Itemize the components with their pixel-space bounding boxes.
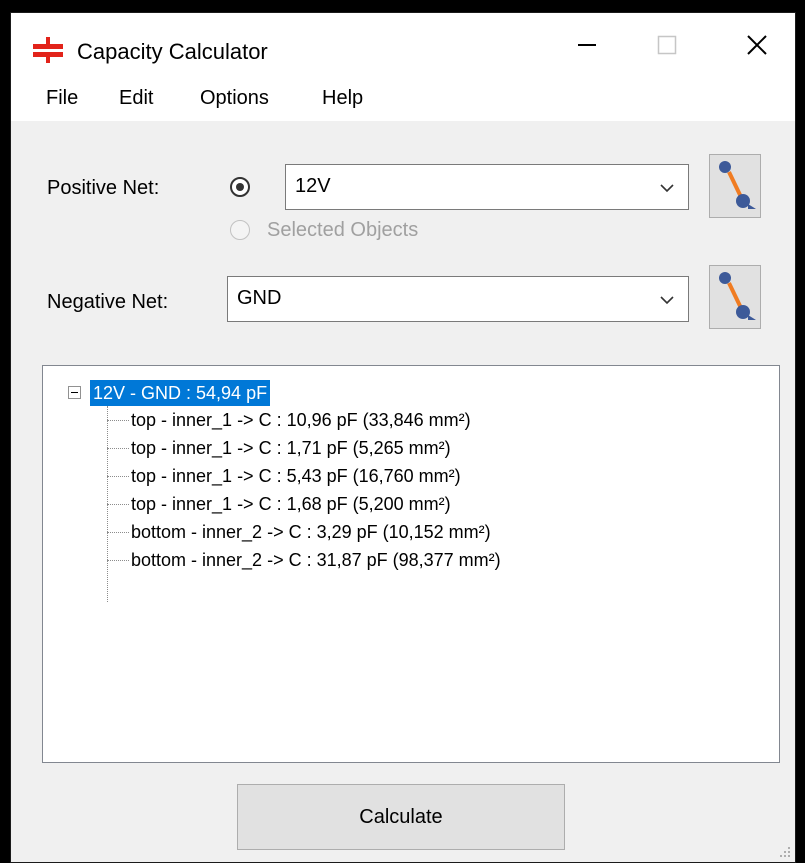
calculate-button[interactable]: Calculate bbox=[237, 784, 565, 850]
tree-child-label: bottom - inner_2 -> C : 31,87 pF (98,377… bbox=[131, 550, 501, 570]
minimize-icon bbox=[578, 44, 596, 46]
positive-net-radio[interactable] bbox=[230, 177, 250, 197]
tree-child-label: top - inner_1 -> C : 10,96 pF (33,846 mm… bbox=[131, 410, 471, 430]
capacitor-icon bbox=[33, 37, 63, 63]
tree-child-label: top - inner_1 -> C : 1,71 pF (5,265 mm²) bbox=[131, 438, 451, 458]
negative-net-value: GND bbox=[237, 287, 282, 309]
selected-objects-label: Selected Objects bbox=[267, 219, 419, 241]
menu-options[interactable]: Options bbox=[196, 87, 273, 110]
maximize-icon bbox=[657, 35, 677, 55]
chevron-down-icon bbox=[660, 296, 674, 305]
tree-child-label: top - inner_1 -> C : 1,68 pF (5,200 mm²) bbox=[131, 494, 451, 514]
collapse-toggle[interactable] bbox=[68, 386, 81, 399]
resize-grip-icon[interactable] bbox=[779, 846, 791, 858]
results-tree[interactable]: 12V - GND : 54,94 pF top - inner_1 -> C … bbox=[42, 365, 780, 763]
positive-net-pick-button[interactable] bbox=[709, 154, 761, 218]
positive-net-combo[interactable]: 12V bbox=[285, 164, 689, 210]
negative-net-label: Negative Net: bbox=[47, 291, 169, 313]
menu-file[interactable]: File bbox=[42, 87, 82, 110]
maximize-button[interactable] bbox=[627, 13, 707, 77]
net-picker-icon bbox=[719, 161, 756, 209]
window-title: Capacity Calculator bbox=[77, 39, 268, 64]
menu-bar: File Edit Options Help bbox=[11, 77, 795, 121]
close-icon bbox=[747, 35, 767, 55]
negative-net-pick-button[interactable] bbox=[709, 265, 761, 329]
menu-help[interactable]: Help bbox=[318, 87, 367, 110]
tree-root-node[interactable]: 12V - GND : 54,94 pF bbox=[90, 380, 271, 406]
negative-net-combo[interactable]: GND bbox=[227, 276, 689, 322]
tree-child-label: top - inner_1 -> C : 5,43 pF (16,760 mm²… bbox=[131, 466, 461, 486]
menu-edit[interactable]: Edit bbox=[115, 87, 157, 110]
title-bar[interactable]: Capacity Calculator bbox=[11, 13, 795, 77]
net-picker-icon bbox=[719, 272, 756, 320]
close-button[interactable] bbox=[717, 13, 795, 77]
minimize-button[interactable] bbox=[547, 13, 627, 77]
capacity-calculator-window: Capacity Calculator File Edit Options He… bbox=[10, 12, 796, 863]
positive-net-label: Positive Net: bbox=[47, 177, 160, 199]
selected-objects-radio[interactable] bbox=[230, 220, 250, 240]
positive-net-value: 12V bbox=[295, 175, 331, 197]
tree-child-label: bottom - inner_2 -> C : 3,29 pF (10,152 … bbox=[131, 522, 491, 542]
chevron-down-icon bbox=[660, 184, 674, 193]
